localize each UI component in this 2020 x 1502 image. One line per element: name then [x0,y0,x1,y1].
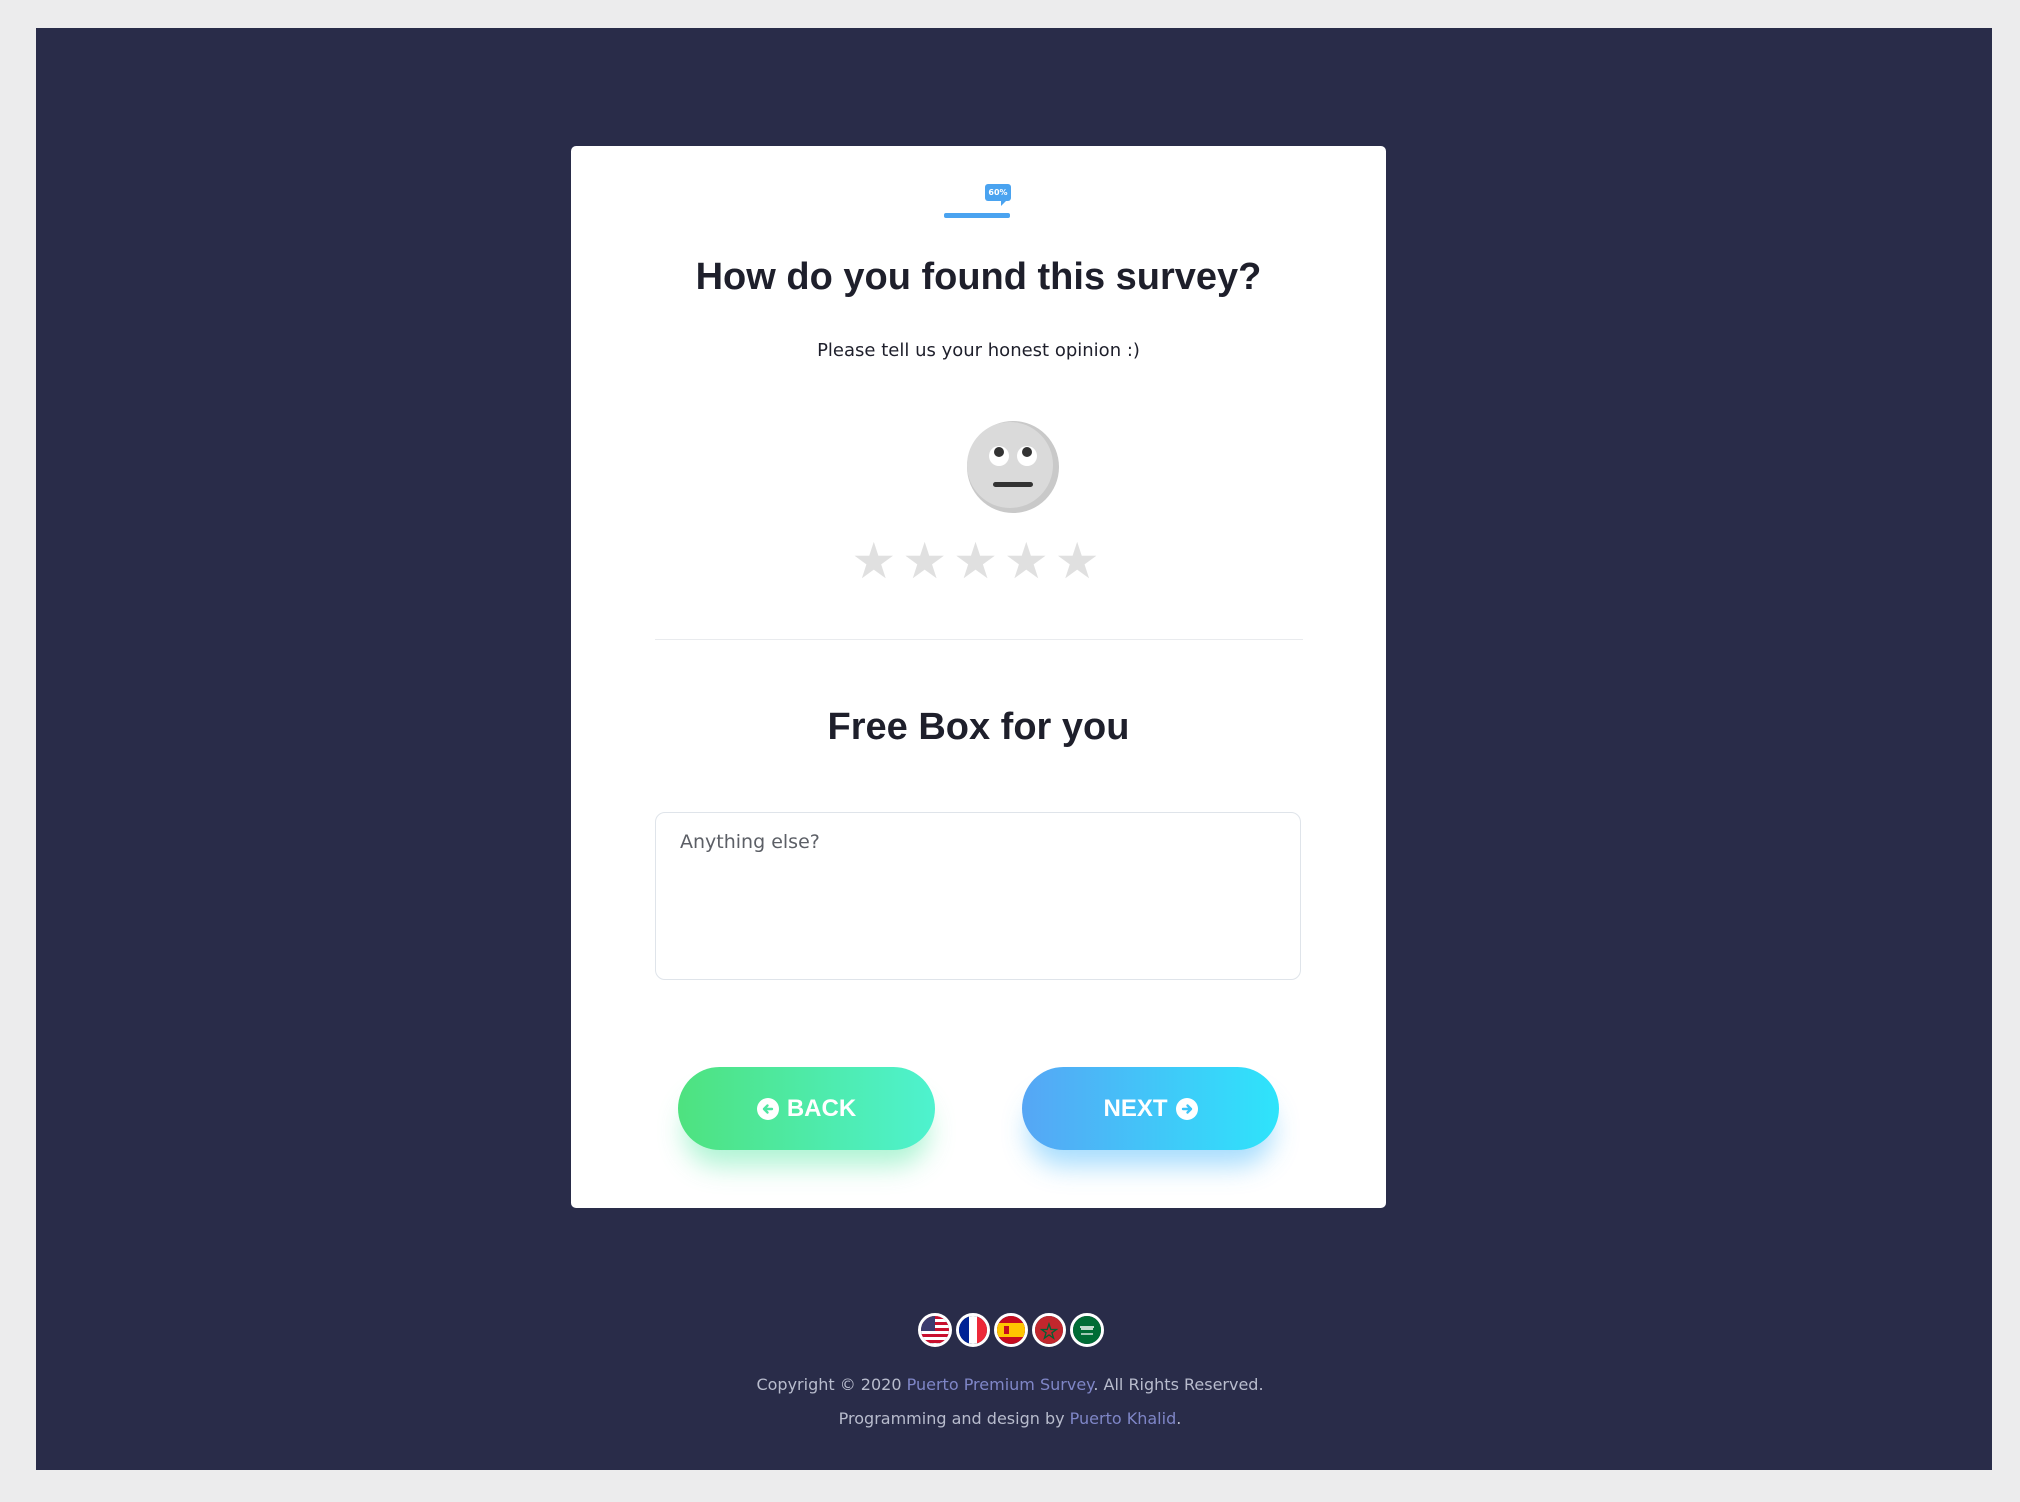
back-button-label: BACK [786,1094,857,1122]
copyright-prefix: Copyright © 2020 [756,1375,907,1394]
es-flag-icon[interactable] [994,1313,1028,1347]
star-rating: ★★★★★ [571,532,1386,590]
star-3-icon[interactable]: ★ [953,532,1004,590]
credit-prefix: Programming and design by [838,1409,1070,1428]
question-subtitle: Please tell us your honest opinion :) [817,340,1140,361]
progress-indicator: 60% [944,184,1014,220]
us-flag-icon[interactable] [918,1313,952,1347]
language-selector [918,1313,1104,1347]
survey-card: 60% How do you found this survey? Please… [571,146,1386,1208]
progress-bar [944,213,1010,218]
star-4-icon[interactable]: ★ [1004,532,1055,590]
credit-suffix: . [1176,1409,1182,1428]
progress-badge: 60% [985,184,1011,206]
neutral-face-icon [967,421,1059,513]
next-button[interactable]: NEXT [1022,1067,1279,1150]
copyright-line: Copyright © 2020 Puerto Premium Survey. … [0,1375,2020,1394]
arrow-left-circle-icon [756,1097,779,1120]
arrow-right-circle-icon [1175,1097,1198,1120]
copyright-suffix: . All Rights Reserved. [1093,1375,1264,1394]
star-2-icon[interactable]: ★ [902,532,953,590]
back-button[interactable]: BACK [678,1067,935,1150]
question-title: How do you found this survey? [695,256,1262,298]
section-divider [655,639,1303,640]
fr-flag-icon[interactable] [956,1313,990,1347]
credit-line: Programming and design by Puerto Khalid. [0,1409,2020,1428]
freebox-title: Free Box for you [827,706,1130,748]
star-1-icon[interactable]: ★ [851,532,902,590]
brand-link[interactable]: Puerto Premium Survey [907,1375,1094,1394]
comment-textarea[interactable] [655,812,1301,980]
author-link[interactable]: Puerto Khalid [1070,1409,1177,1428]
next-button-label: NEXT [1103,1094,1168,1122]
star-5-icon[interactable]: ★ [1055,532,1106,590]
ma-flag-icon[interactable] [1032,1313,1066,1347]
sa-flag-icon[interactable] [1070,1313,1104,1347]
